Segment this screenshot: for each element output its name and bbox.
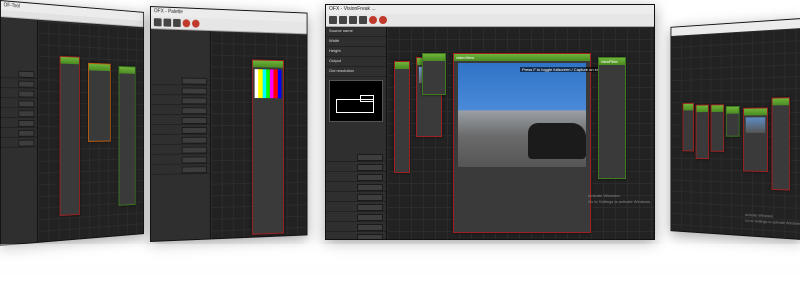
node[interactable]	[726, 106, 740, 137]
record-icon[interactable]	[369, 16, 377, 24]
prop-row: Source name	[326, 27, 386, 37]
toolbar-button[interactable]	[173, 19, 181, 27]
node[interactable]	[772, 97, 790, 190]
car-shape	[528, 123, 586, 159]
window-title: OFX - VisionFreak ...	[326, 5, 654, 14]
toolbar-button[interactable]	[329, 16, 337, 24]
stop-icon[interactable]	[379, 16, 387, 24]
thumbnail	[746, 117, 766, 133]
properties-panel	[151, 29, 211, 241]
prop-row: Output	[326, 57, 386, 67]
main-window: OFX - VisionFreak ... Source name Width …	[325, 4, 655, 240]
prop-row: Width	[326, 37, 386, 47]
toolbar-button[interactable]	[164, 19, 172, 27]
reflection	[0, 244, 800, 308]
node[interactable]	[88, 63, 111, 142]
node[interactable]	[422, 53, 446, 95]
node-title: videoView	[454, 54, 590, 61]
status-overlay: Press F to toggle fullscreen / Capture o…	[520, 67, 604, 72]
node-title: viewFilter	[599, 58, 625, 65]
stop-icon[interactable]	[192, 20, 200, 28]
properties-panel: Source name Width Height Output Out reso…	[326, 27, 387, 239]
node[interactable]	[252, 59, 284, 234]
preview-box	[329, 80, 383, 122]
node[interactable]	[394, 61, 410, 173]
watermark: Go to Settings to activate Windows.	[588, 199, 651, 204]
toolbar-button[interactable]	[359, 16, 367, 24]
watermark: Activate Windows	[588, 193, 620, 198]
right-node[interactable]: viewFilter	[598, 57, 626, 179]
record-icon[interactable]	[183, 19, 191, 27]
toolbar-button[interactable]	[349, 16, 357, 24]
prop-row: Out resolution	[326, 67, 386, 77]
right-window: Activate Windows Go to Settings to activ…	[671, 18, 800, 240]
video-view-node[interactable]: videoView Press F to toggle fullscreen /…	[453, 53, 591, 233]
node[interactable]	[683, 103, 694, 152]
toolbar-button[interactable]	[154, 18, 162, 26]
toolbar-button[interactable]	[339, 16, 347, 24]
palette-window: OFX - Palette	[150, 6, 308, 242]
left-window: OF-Tool	[0, 0, 144, 246]
color-bars-thumbnail	[255, 69, 282, 98]
node[interactable]	[743, 107, 768, 172]
node[interactable]	[711, 104, 725, 152]
video-frame: Press F to toggle fullscreen / Capture o…	[458, 63, 586, 167]
toolbar	[326, 14, 654, 27]
node[interactable]	[119, 66, 136, 206]
node[interactable]	[60, 56, 80, 216]
properties-panel	[1, 18, 38, 245]
prop-row: Height	[326, 47, 386, 57]
node[interactable]	[696, 104, 709, 159]
